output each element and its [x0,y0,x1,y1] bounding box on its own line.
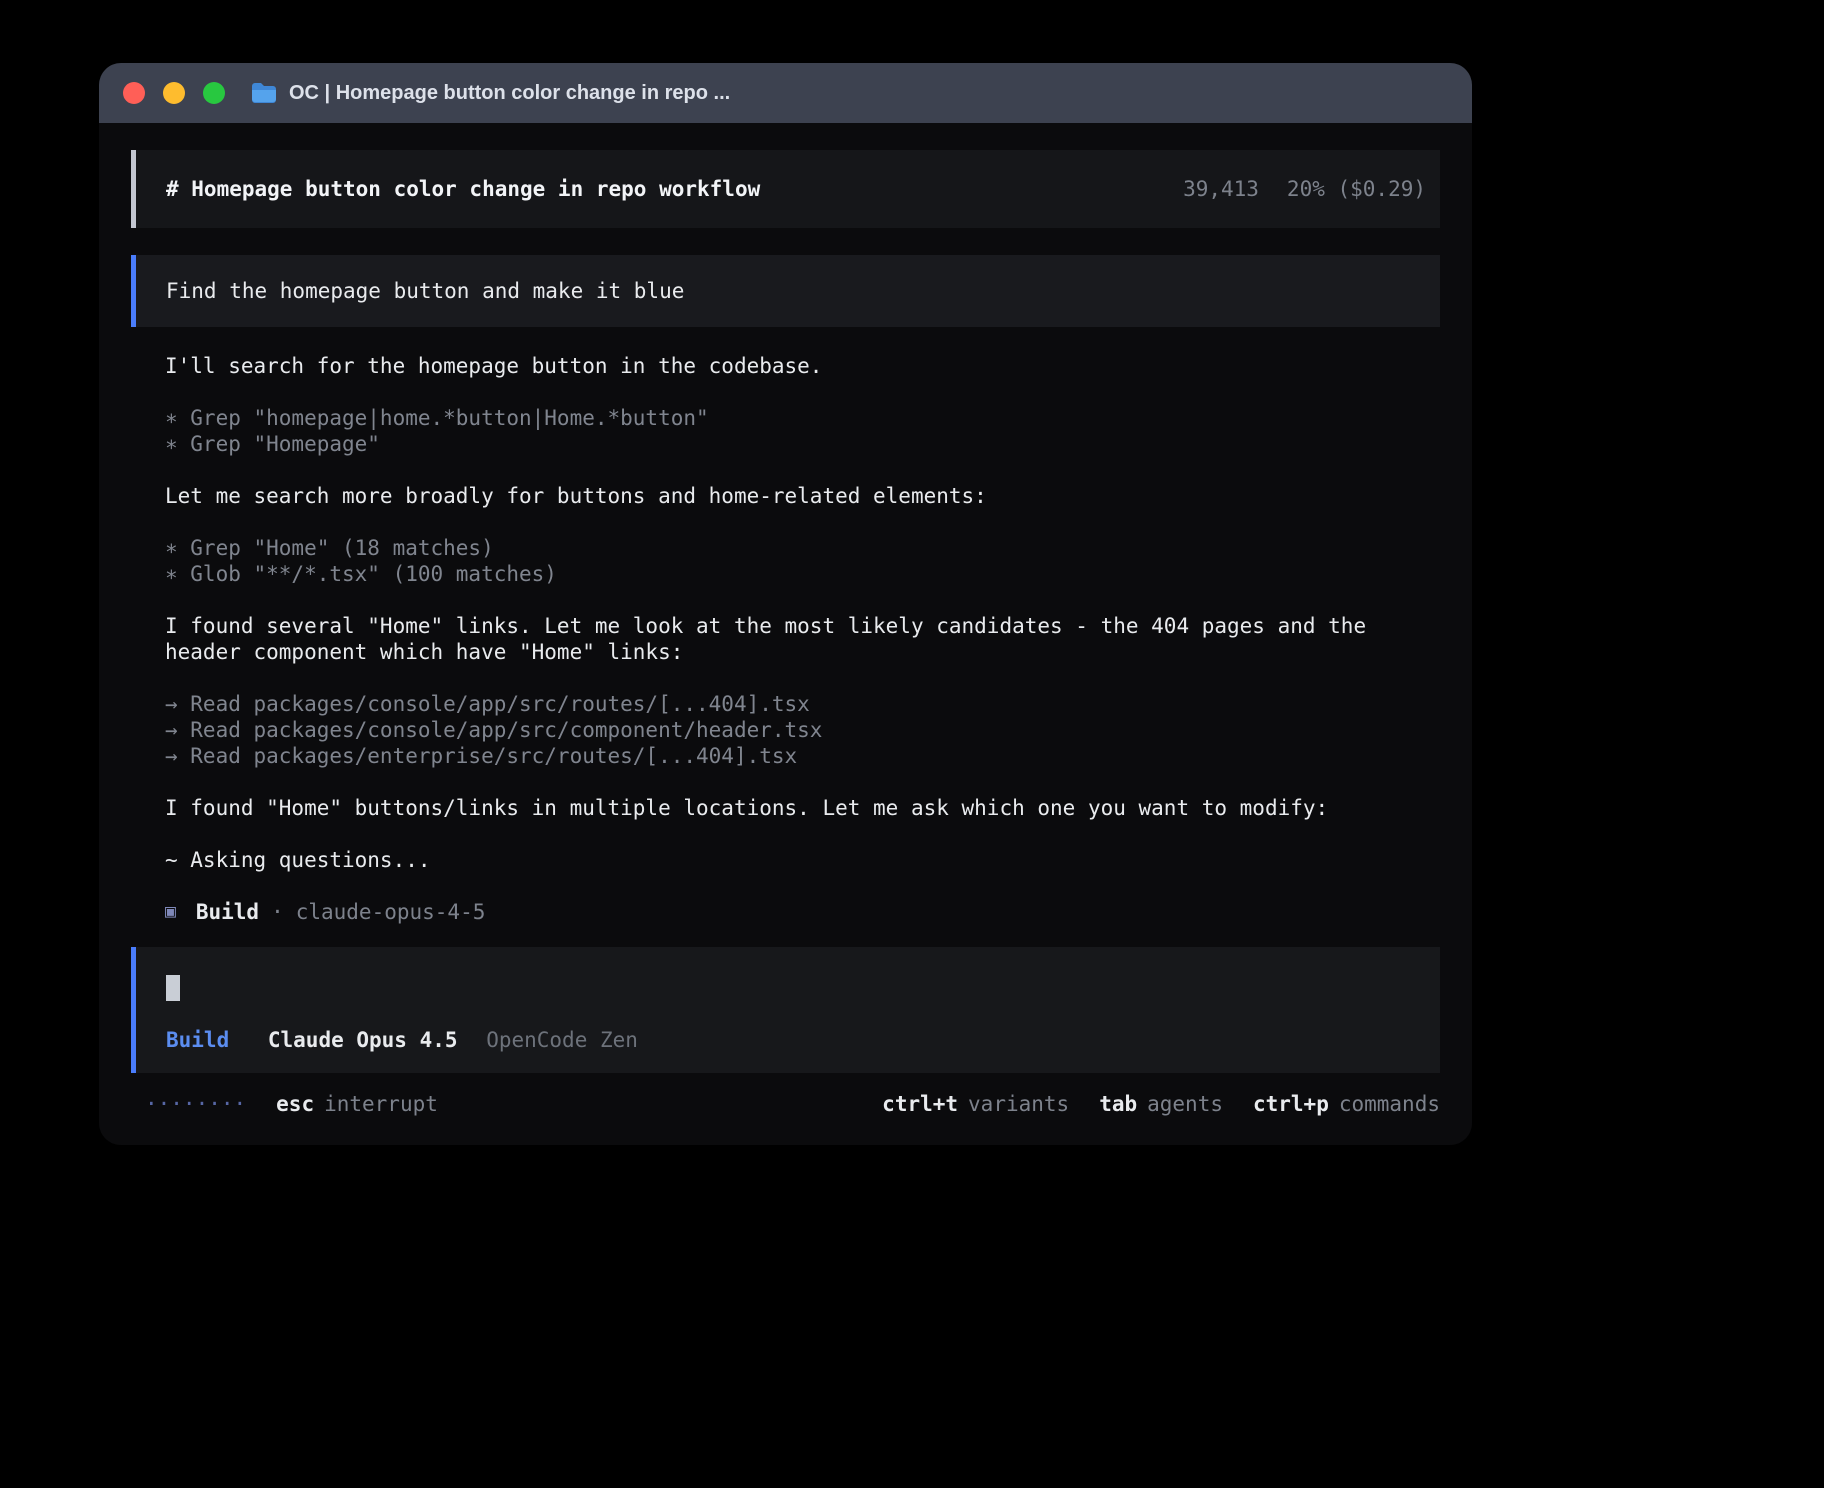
tool-call-group: ∗ Grep "homepage|home.*button|Home.*butt… [165,405,1440,457]
status-bar: ········ esc interrupt ctrl+t variants t… [131,1091,1440,1117]
shortcut-interrupt: esc interrupt [276,1091,438,1117]
status-bar-left: ········ esc interrupt [131,1091,438,1117]
input-meta: Build Claude Opus 4.5 OpenCode Zen [166,1027,1410,1053]
user-message-text: Find the homepage button and make it blu… [166,278,684,304]
shortcut-key: ctrl+t [882,1091,958,1117]
assistant-paragraph: I'll search for the homepage button in t… [165,353,1440,379]
agent-square-icon: ▣ [165,899,176,925]
shortcut-commands: ctrl+p commands [1253,1091,1440,1117]
shortcut-label: agents [1147,1091,1223,1117]
session-stats: 39,413 20% ($0.29) [1183,176,1426,202]
assistant-paragraph: I found several "Home" links. Let me loo… [165,613,1440,665]
grep-tool-call: ∗ Grep "Home" (18 matches) [165,535,1440,561]
read-tool-call: → Read packages/console/app/src/componen… [165,717,1440,743]
provider-indicator: OpenCode Zen [486,1028,638,1052]
read-tool-call: → Read packages/enterprise/src/routes/[.… [165,743,1440,769]
prompt-input[interactable]: Build Claude Opus 4.5 OpenCode Zen [131,947,1440,1073]
assistant-response: I'll search for the homepage button in t… [131,353,1440,925]
shortcut-variants: ctrl+t variants [882,1091,1069,1117]
session-title: # Homepage button color change in repo w… [166,176,760,202]
asking-questions-status: ~ Asking questions... [165,847,1440,873]
spinner-dots-icon: ········ [145,1091,246,1117]
agent-status-line: ▣ Build · claude-opus-4-5 [165,899,1440,925]
window-title: OC | Homepage button color change in rep… [289,82,730,105]
minimize-button[interactable] [163,82,185,104]
shortcut-key: tab [1099,1091,1137,1117]
shortcut-agents: tab agents [1099,1091,1223,1117]
model-indicator[interactable]: Claude Opus 4.5 [268,1028,458,1052]
terminal-window: OC | Homepage button color change in rep… [99,63,1472,1145]
tool-call-group: → Read packages/console/app/src/routes/[… [165,691,1440,769]
context-cost: 20% ($0.29) [1287,176,1426,202]
token-count: 39,413 [1183,176,1259,202]
grep-tool-call: ∗ Grep "homepage|home.*button|Home.*butt… [165,405,1440,431]
shortcut-key: esc [276,1091,314,1117]
read-tool-call: → Read packages/console/app/src/routes/[… [165,691,1440,717]
close-button[interactable] [123,82,145,104]
assistant-paragraph: Let me search more broadly for buttons a… [165,483,1440,509]
shortcut-label: variants [968,1091,1069,1117]
shortcut-label: interrupt [324,1091,438,1117]
status-bar-right: ctrl+t variants tab agents ctrl+p comman… [882,1091,1440,1117]
glob-tool-call: ∗ Glob "**/*.tsx" (100 matches) [165,561,1440,587]
tool-call-group: ∗ Grep "Home" (18 matches) ∗ Glob "**/*.… [165,535,1440,587]
mode-indicator[interactable]: Build [166,1028,229,1052]
session-header: # Homepage button color change in repo w… [131,150,1440,228]
title-group: OC | Homepage button color change in rep… [251,82,730,105]
zoom-button[interactable] [203,82,225,104]
agent-name: Build [196,899,259,925]
status-separator: · [271,899,284,925]
grep-tool-call: ∗ Grep "Homepage" [165,431,1440,457]
shortcut-key: ctrl+p [1253,1091,1329,1117]
shortcut-label: commands [1339,1091,1440,1117]
folder-icon [251,82,277,104]
user-message: Find the homepage button and make it blu… [131,255,1440,327]
traffic-lights [123,82,225,104]
assistant-paragraph: I found "Home" buttons/links in multiple… [165,795,1440,821]
terminal-content: # Homepage button color change in repo w… [99,123,1472,1145]
window-titlebar: OC | Homepage button color change in rep… [99,63,1472,123]
agent-model: claude-opus-4-5 [296,899,486,925]
text-cursor [166,975,180,1001]
